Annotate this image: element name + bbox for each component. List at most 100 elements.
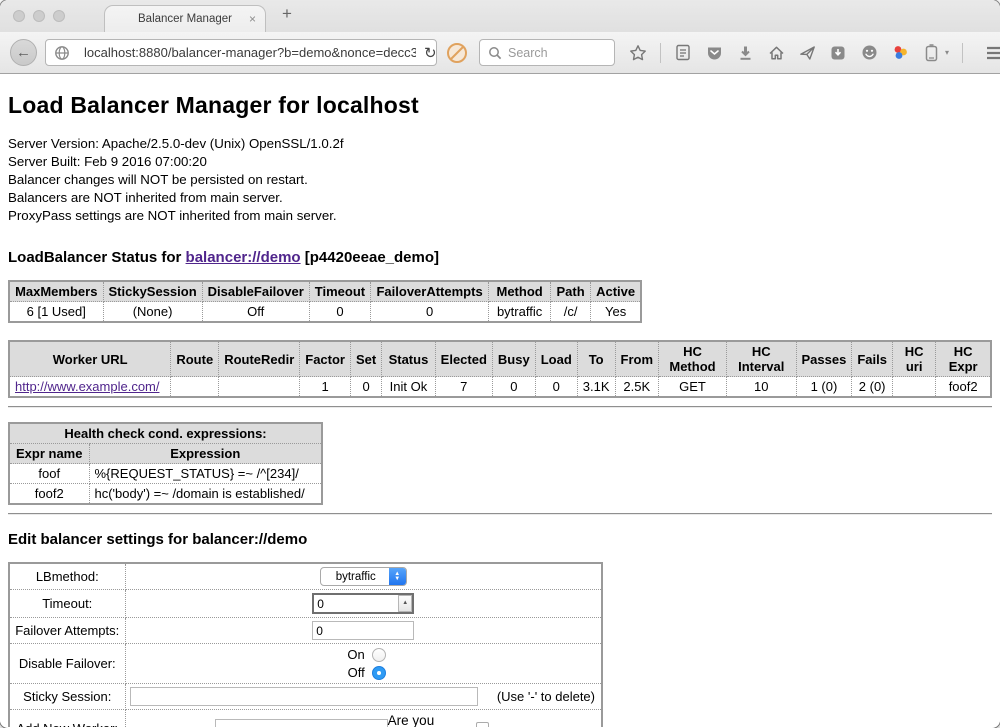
col-elected: Elected [435, 341, 492, 377]
cell-active: Yes [591, 302, 642, 323]
cell-expression: %{REQUEST_STATUS} =~ /^[234]/ [89, 464, 322, 484]
col-hc-method: HC Method [659, 341, 727, 377]
sticky-session-hint: (Use '-' to delete) [497, 689, 597, 704]
workers-table: Worker URL Route RouteRedir Factor Set S… [8, 340, 992, 398]
cell-from: 2.5K [615, 377, 659, 398]
tab-close-icon[interactable]: × [249, 12, 256, 26]
failover-attempts-input[interactable] [312, 621, 414, 640]
worker-url-link[interactable]: http://www.example.com/ [15, 379, 160, 394]
col-method: Method [489, 281, 551, 302]
radio-on-label: On [341, 647, 365, 662]
url-text[interactable]: localhost:8880/balancer-manager?b=demo&n… [84, 45, 416, 60]
search-bar[interactable]: Search [479, 39, 615, 66]
feedback-smiley-icon[interactable] [860, 44, 878, 62]
back-button[interactable]: ← [10, 39, 37, 66]
hamburger-menu-icon[interactable] [986, 44, 1000, 62]
health-check-table: Health check cond. expressions: Expr nam… [8, 422, 323, 505]
table-header-row: Worker URL Route RouteRedir Factor Set S… [9, 341, 991, 377]
radio-off-label: Off [341, 665, 365, 680]
col-hc-expr: HC Expr [936, 341, 991, 377]
disable-failover-on-radio[interactable] [372, 648, 386, 662]
page-content: Load Balancer Manager for localhost Serv… [0, 74, 1000, 727]
col-active: Active [591, 281, 642, 302]
edit-balancer-form: LBmethod: bytraffic ▲▼ Timeout: ▲ [8, 562, 603, 727]
timeout-cell: ▲ [125, 590, 602, 618]
lbmethod-selected-value: bytraffic [321, 571, 389, 583]
section-divider [8, 513, 992, 515]
toolbar-divider [660, 43, 661, 63]
col-expression: Expression [89, 444, 322, 464]
health-table-title: Health check cond. expressions: [9, 423, 322, 444]
lbmethod-label: LBmethod: [9, 563, 125, 590]
col-passes: Passes [796, 341, 852, 377]
col-path: Path [551, 281, 591, 302]
menu-caret-icon[interactable]: ▾ [945, 48, 949, 57]
cell-hc-interval: 10 [726, 377, 796, 398]
window-minimize-button[interactable] [33, 10, 45, 22]
lbmethod-cell: bytraffic ▲▼ [125, 563, 602, 590]
content-blocked-icon[interactable] [447, 43, 467, 63]
balancer-demo-link[interactable]: balancer://demo [186, 249, 301, 266]
cell-method: bytraffic [489, 302, 551, 323]
cell-path: /c/ [551, 302, 591, 323]
window-zoom-button[interactable] [53, 10, 65, 22]
form-row-lbmethod: LBmethod: bytraffic ▲▼ [9, 563, 602, 590]
add-worker-input[interactable] [215, 719, 388, 728]
cell-passes: 1 (0) [796, 377, 852, 398]
url-bar[interactable]: localhost:8880/balancer-manager?b=demo&n… [45, 39, 437, 66]
disable-failover-off-radio[interactable] [372, 666, 386, 680]
col-timeout: Timeout [309, 281, 370, 302]
col-fails: Fails [852, 341, 893, 377]
cell-set: 0 [350, 377, 381, 398]
server-version-line: Server Version: Apache/2.5.0-dev (Unix) … [8, 135, 992, 153]
cell-maxmembers: 6 [1 Used] [9, 302, 103, 323]
cell-failoverattempts: 0 [371, 302, 489, 323]
number-spinner-icon[interactable]: ▲ [398, 595, 412, 612]
cell-timeout: 0 [309, 302, 370, 323]
new-tab-button[interactable]: + [282, 4, 292, 24]
table-row: http://www.example.com/ 1 0 Init Ok 7 0 … [9, 377, 991, 398]
table-row: 6 [1 Used] (None) Off 0 0 bytraffic /c/ … [9, 302, 641, 323]
send-plane-icon[interactable] [798, 44, 816, 62]
add-worker-label: Add New Worker: [9, 710, 125, 728]
reading-list-icon[interactable] [674, 44, 692, 62]
col-from: From [615, 341, 659, 377]
form-row-add-worker: Add New Worker: Are you sure? [9, 710, 602, 728]
cell-busy: 0 [492, 377, 535, 398]
pocket-icon[interactable] [705, 44, 723, 62]
tab-strip: Balancer Manager × + [0, 0, 1000, 32]
proxypass-notice-line: ProxyPass settings are NOT inherited fro… [8, 207, 992, 225]
download-panel-icon[interactable] [829, 44, 847, 62]
col-set: Set [350, 341, 381, 377]
col-maxmembers: MaxMembers [9, 281, 103, 302]
colors-addon-icon[interactable] [891, 44, 909, 62]
cell-stickysession: (None) [103, 302, 202, 323]
cell-hc-expr: foof2 [936, 377, 991, 398]
cell-routeredir [219, 377, 300, 398]
table-header-row: Expr name Expression [9, 444, 322, 464]
col-worker-url: Worker URL [9, 341, 171, 377]
globe-icon [54, 45, 70, 61]
failover-attempts-cell [125, 618, 602, 644]
table-header-row: MaxMembers StickySession DisableFailover… [9, 281, 641, 302]
cell-expression: hc('body') =~ /domain is established/ [89, 484, 322, 505]
are-you-sure-checkbox[interactable] [476, 722, 489, 728]
cell-expr-name: foof2 [9, 484, 89, 505]
window-close-button[interactable] [13, 10, 25, 22]
toolbar-divider [962, 43, 963, 63]
server-info: Server Version: Apache/2.5.0-dev (Unix) … [8, 135, 992, 225]
tab-balancer-manager[interactable]: Balancer Manager × [104, 5, 266, 32]
bookmark-star-icon[interactable] [629, 44, 647, 62]
sticky-session-input[interactable] [130, 687, 478, 706]
browser-window: Balancer Manager × + ← localhost:8880/ba… [0, 0, 1000, 728]
window-controls[interactable] [13, 10, 65, 22]
server-built-line: Server Built: Feb 9 2016 07:00:20 [8, 153, 992, 171]
search-placeholder: Search [508, 46, 548, 60]
downloads-icon[interactable] [736, 44, 754, 62]
timeout-input[interactable] [314, 597, 398, 611]
device-battery-icon[interactable] [922, 44, 940, 62]
lbmethod-select[interactable]: bytraffic ▲▼ [320, 567, 407, 586]
home-icon[interactable] [767, 44, 785, 62]
col-hc-interval: HC Interval [726, 341, 796, 377]
reload-button[interactable]: ↻ [424, 44, 437, 62]
